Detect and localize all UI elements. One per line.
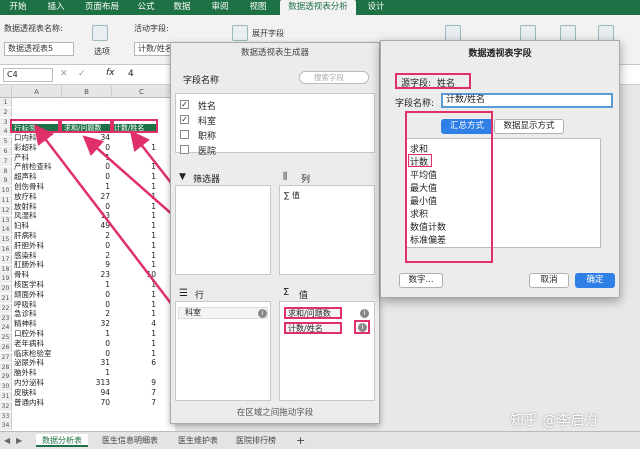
rows-area[interactable]: 科室 i bbox=[175, 301, 271, 401]
sigma-icon: Σ bbox=[283, 287, 290, 298]
sheet-tab-bar: ◀ ▶ 数据分析表 医生信息明细表 医生维护表 医院排行榜 + bbox=[0, 431, 640, 449]
filters-heading: 筛选器 bbox=[193, 175, 221, 185]
filter-icon: ▼ bbox=[179, 172, 186, 182]
field-search-input[interactable]: 搜索字段 bbox=[299, 71, 369, 84]
sheet-tab-analysis[interactable]: 数据分析表 bbox=[36, 434, 88, 447]
watermark: 知乎 @李启方 bbox=[510, 413, 599, 429]
highlight-summary-list bbox=[405, 111, 493, 263]
rows-heading: 行 bbox=[195, 291, 205, 301]
number-format-button[interactable]: 数字... bbox=[399, 273, 443, 288]
nav-next-icon[interactable]: ▶ bbox=[16, 436, 22, 445]
builder-title: 数据透视表生成器 bbox=[240, 48, 309, 58]
field-item-name[interactable]: 姓名 bbox=[198, 99, 216, 112]
info-icon[interactable]: i bbox=[358, 323, 367, 332]
info-icon[interactable]: i bbox=[360, 309, 369, 318]
row-item-dept[interactable]: 科室 bbox=[178, 307, 268, 319]
source-field-label: 源字段: bbox=[401, 79, 432, 89]
field-item-dept[interactable]: 科室 bbox=[198, 114, 216, 127]
info-icon[interactable]: i bbox=[258, 309, 267, 318]
ok-button[interactable]: 确定 bbox=[575, 273, 615, 288]
values-area[interactable]: 求和/问题数 i 计数/姓名 i bbox=[279, 301, 375, 401]
filters-area[interactable] bbox=[175, 185, 271, 275]
field-name-heading: 字段名称 bbox=[183, 76, 220, 86]
field-checkbox-title[interactable] bbox=[180, 130, 189, 139]
value-item-count[interactable]: 计数/姓名 bbox=[284, 322, 342, 334]
columns-value-item[interactable]: ∑ 值 bbox=[284, 190, 300, 201]
field-item-title[interactable]: 职称 bbox=[198, 129, 216, 142]
sheet-tab-doctor-maint[interactable]: 医生维护表 bbox=[172, 434, 224, 447]
tab-show-values-as[interactable]: 数据显示方式 bbox=[494, 119, 564, 134]
value-item-sum[interactable]: 求和/问题数 bbox=[284, 307, 342, 319]
sheet-tab-hospital-rank[interactable]: 医院排行榜 bbox=[230, 434, 282, 447]
dialog-title: 数据透视表字段 bbox=[468, 49, 532, 59]
field-list[interactable]: ✓ 姓名 ✓ 科室 职称 医院 bbox=[175, 93, 375, 157]
field-checkbox-dept[interactable]: ✓ bbox=[180, 115, 189, 124]
columns-icon: ⫼ bbox=[283, 172, 288, 182]
columns-heading: 列 bbox=[301, 175, 311, 185]
values-heading: 值 bbox=[299, 291, 309, 301]
drag-hint: 在区域之间拖动字段 bbox=[236, 408, 314, 418]
source-field-value: 姓名 bbox=[437, 79, 456, 89]
field-checkbox-hospital[interactable] bbox=[180, 145, 189, 154]
cancel-button[interactable]: 取消 bbox=[529, 273, 569, 288]
field-item-hospital[interactable]: 医院 bbox=[198, 144, 216, 157]
field-name-label: 字段名称: bbox=[395, 99, 435, 109]
add-sheet-icon[interactable]: + bbox=[290, 434, 311, 447]
field-checkbox-name[interactable]: ✓ bbox=[180, 100, 189, 109]
rows-icon: ☰ bbox=[179, 288, 188, 299]
columns-area[interactable]: ∑ 值 bbox=[279, 185, 375, 275]
field-name-input[interactable]: 计数/姓名 bbox=[441, 93, 613, 108]
pivot-table-builder[interactable]: 数据透视表生成器 字段名称 搜索字段 ✓ 姓名 ✓ 科室 职称 医院 ▼ 筛选器… bbox=[170, 42, 380, 424]
nav-prev-icon[interactable]: ◀ bbox=[4, 436, 10, 445]
sheet-tab-doctor-detail[interactable]: 医生信息明细表 bbox=[96, 434, 164, 447]
pivot-field-dialog[interactable]: 数据透视表字段 源字段: 姓名 字段名称: 计数/姓名 汇总方式 数据显示方式 … bbox=[380, 40, 620, 298]
